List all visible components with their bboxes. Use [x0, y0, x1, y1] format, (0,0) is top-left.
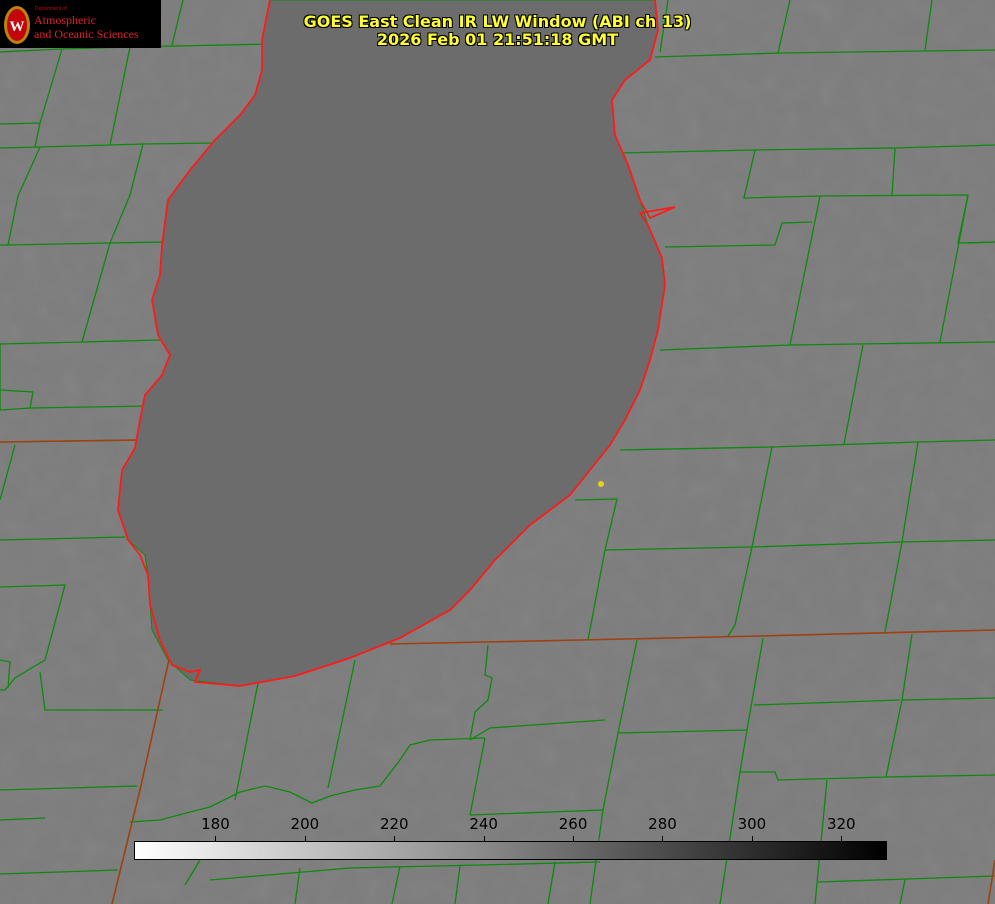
colorbar-tick-label: 240	[469, 815, 498, 833]
map-timestamp: 2026 Feb 01 21:51:18 GMT	[376, 30, 619, 49]
colorbar-tick	[841, 836, 843, 842]
colorbar-tick	[483, 836, 485, 842]
colorbar-tick	[662, 836, 664, 842]
colorbar-gradient	[134, 841, 887, 860]
satellite-map: W Department of Atmospheric and Oceanic …	[0, 0, 995, 904]
colorbar-tick-label: 180	[201, 815, 230, 833]
colorbar-tick-label: 300	[737, 815, 767, 833]
colorbar-tick	[215, 836, 217, 842]
colorbar-tick-label: 320	[826, 815, 856, 833]
colorbar-tick	[573, 836, 575, 842]
map-canvas	[0, 0, 995, 904]
colorbar-tick	[394, 836, 396, 842]
colorbar-tick-label: 260	[558, 815, 588, 833]
location-marker	[598, 481, 604, 487]
colorbar-tick-label: 220	[379, 815, 409, 833]
colorbar-tick-label: 200	[290, 815, 320, 833]
colorbar-tick-label: 280	[648, 815, 677, 833]
colorbar-tick	[304, 836, 306, 842]
colorbar-tick	[751, 836, 753, 842]
map-title: GOES East Clean IR LW Window (ABI ch 13)	[303, 12, 692, 31]
colorbar-legend: 180 200 220 240 260 280 300 320	[134, 812, 887, 860]
